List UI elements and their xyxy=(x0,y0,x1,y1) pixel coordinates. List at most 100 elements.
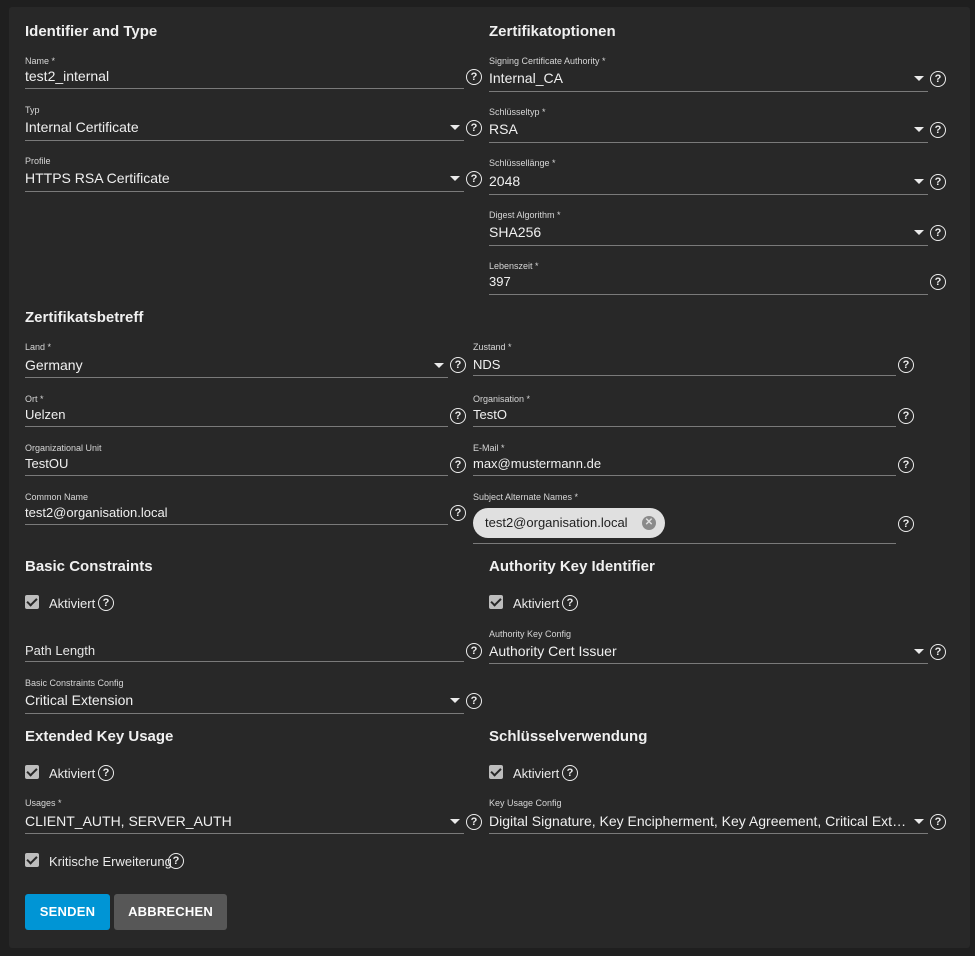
org-unit-label: Organizational Unit xyxy=(25,443,102,453)
aki-enabled-checkbox[interactable] xyxy=(489,595,503,609)
dropdown-caret-icon[interactable] xyxy=(434,363,444,368)
org-unit-underline xyxy=(25,475,448,476)
lifetime-label: Lebenszeit * xyxy=(489,261,539,271)
bc-enabled-label: Aktiviert xyxy=(49,596,96,611)
profile-underline xyxy=(25,191,464,192)
help-icon[interactable]: ? xyxy=(168,853,184,869)
lifetime-underline xyxy=(489,294,928,295)
key-type-select[interactable]: RSA xyxy=(489,121,889,137)
organization-input[interactable]: TestO xyxy=(473,407,883,422)
help-icon[interactable]: ? xyxy=(466,643,482,659)
email-underline xyxy=(473,475,896,476)
city-input[interactable]: Uelzen xyxy=(25,407,435,422)
path-length-input[interactable]: Path Length xyxy=(25,643,445,658)
help-icon[interactable]: ? xyxy=(450,505,466,521)
aki-config-select[interactable]: Authority Cert Issuer xyxy=(489,643,889,659)
state-underline xyxy=(473,375,896,376)
san-underline xyxy=(473,543,896,544)
key-type-label: Schlüsseltyp * xyxy=(489,107,546,117)
typ-label: Typ xyxy=(25,105,40,115)
help-icon[interactable]: ? xyxy=(930,122,946,138)
organization-underline xyxy=(473,426,896,427)
help-icon[interactable]: ? xyxy=(466,693,482,709)
typ-select[interactable]: Internal Certificate xyxy=(25,119,425,135)
organization-label: Organisation * xyxy=(473,394,531,404)
san-chip[interactable]: test2@organisation.local ✕ xyxy=(473,508,665,538)
help-icon[interactable]: ? xyxy=(98,765,114,781)
help-icon[interactable]: ? xyxy=(466,69,482,85)
state-label: Zustand * xyxy=(473,342,512,352)
help-icon[interactable]: ? xyxy=(450,357,466,373)
eku-enabled-checkbox[interactable] xyxy=(25,765,39,779)
ku-enabled-checkbox[interactable] xyxy=(489,765,503,779)
critical-extension-label: Kritische Erweiterung xyxy=(49,854,172,869)
dropdown-caret-icon[interactable] xyxy=(450,819,460,824)
dropdown-caret-icon[interactable] xyxy=(914,230,924,235)
usages-label: Usages * xyxy=(25,798,62,808)
submit-button[interactable]: SENDEN xyxy=(25,894,110,930)
dropdown-caret-icon[interactable] xyxy=(450,125,460,130)
common-name-input[interactable]: test2@organisation.local xyxy=(25,505,435,520)
help-icon[interactable]: ? xyxy=(98,595,114,611)
key-length-label: Schlüssellänge * xyxy=(489,158,556,168)
aki-config-underline xyxy=(489,663,928,664)
lifetime-input[interactable]: 397 xyxy=(489,274,889,289)
help-icon[interactable]: ? xyxy=(898,357,914,373)
help-icon[interactable]: ? xyxy=(450,457,466,473)
help-icon[interactable]: ? xyxy=(562,595,578,611)
dropdown-caret-icon[interactable] xyxy=(450,698,460,703)
profile-select[interactable]: HTTPS RSA Certificate xyxy=(25,170,425,186)
help-icon[interactable]: ? xyxy=(898,516,914,532)
help-icon[interactable]: ? xyxy=(562,765,578,781)
signing-ca-underline xyxy=(489,91,928,92)
help-icon[interactable]: ? xyxy=(898,457,914,473)
certificate-form: Identifier and Type Name * test2_interna… xyxy=(9,7,970,948)
ku-config-select[interactable]: Digital Signature, Key Encipherment, Key… xyxy=(489,813,909,829)
help-icon[interactable]: ? xyxy=(466,814,482,830)
help-icon[interactable]: ? xyxy=(930,644,946,660)
help-icon[interactable]: ? xyxy=(930,174,946,190)
signing-ca-select[interactable]: Internal_CA xyxy=(489,70,889,86)
help-icon[interactable]: ? xyxy=(898,408,914,424)
critical-extension-checkbox[interactable] xyxy=(25,853,39,867)
cancel-button[interactable]: ABBRECHEN xyxy=(114,894,227,930)
help-icon[interactable]: ? xyxy=(450,408,466,424)
help-icon[interactable]: ? xyxy=(466,171,482,187)
usages-underline xyxy=(25,833,464,834)
dropdown-caret-icon[interactable] xyxy=(914,179,924,184)
org-unit-input[interactable]: TestOU xyxy=(25,456,435,471)
help-icon[interactable]: ? xyxy=(930,274,946,290)
dropdown-caret-icon[interactable] xyxy=(914,127,924,132)
help-icon[interactable]: ? xyxy=(930,71,946,87)
name-label: Name * xyxy=(25,56,56,66)
bc-config-select[interactable]: Critical Extension xyxy=(25,692,425,708)
dropdown-caret-icon[interactable] xyxy=(914,76,924,81)
help-icon[interactable]: ? xyxy=(930,225,946,241)
section-title-eku: Extended Key Usage xyxy=(25,728,174,745)
section-title-options: Zertifikatoptionen xyxy=(489,23,616,40)
bc-config-underline xyxy=(25,713,464,714)
help-icon[interactable]: ? xyxy=(930,814,946,830)
country-label: Land * xyxy=(25,342,52,352)
state-input[interactable]: NDS xyxy=(473,357,883,372)
help-icon[interactable]: ? xyxy=(466,120,482,136)
bc-enabled-checkbox[interactable] xyxy=(25,595,39,609)
section-title-subject: Zertifikatsbetreff xyxy=(25,309,144,326)
email-input[interactable]: max@mustermann.de xyxy=(473,456,883,471)
city-label: Ort * xyxy=(25,394,44,404)
country-select[interactable]: Germany xyxy=(25,357,415,373)
profile-label: Profile xyxy=(25,156,51,166)
name-underline xyxy=(25,88,464,89)
dropdown-caret-icon[interactable] xyxy=(914,819,924,824)
key-type-underline xyxy=(489,142,928,143)
digest-select[interactable]: SHA256 xyxy=(489,224,889,240)
typ-underline xyxy=(25,140,464,141)
dropdown-caret-icon[interactable] xyxy=(914,649,924,654)
name-input[interactable]: test2_internal xyxy=(25,68,455,84)
ku-config-underline xyxy=(489,833,928,834)
chip-remove-icon[interactable]: ✕ xyxy=(642,516,656,530)
dropdown-caret-icon[interactable] xyxy=(450,176,460,181)
usages-select[interactable]: CLIENT_AUTH, SERVER_AUTH xyxy=(25,813,425,829)
san-label: Subject Alternate Names * xyxy=(473,492,579,502)
key-length-select[interactable]: 2048 xyxy=(489,173,889,189)
